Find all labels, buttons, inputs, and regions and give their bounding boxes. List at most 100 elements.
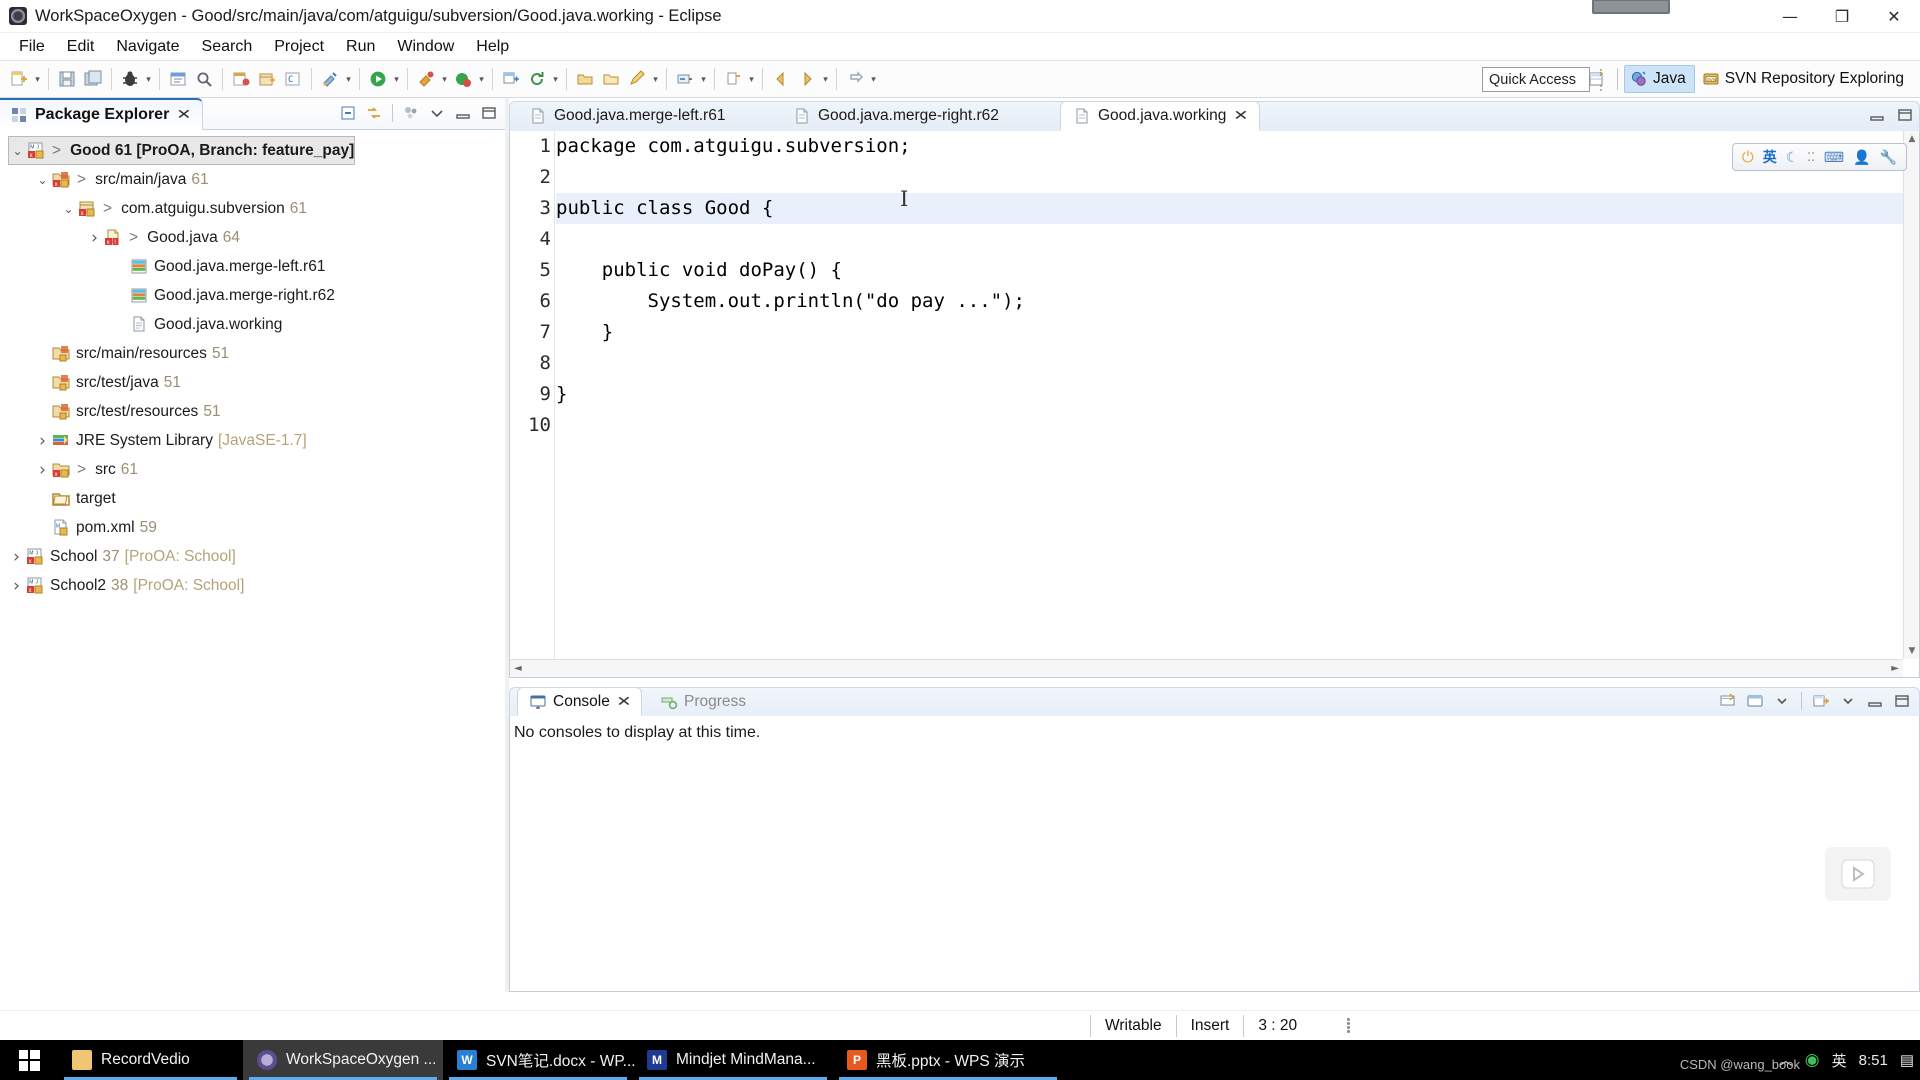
- display-console-dropdown-icon[interactable]: [1770, 689, 1794, 713]
- perspective-java[interactable]: Java: [1624, 65, 1695, 93]
- taskbar-item-recordvedio[interactable]: RecordVedio: [58, 1040, 243, 1080]
- maximize-icon[interactable]: [1890, 689, 1914, 713]
- menu-run[interactable]: Run: [335, 36, 386, 58]
- external-tools-icon[interactable]: [317, 66, 343, 92]
- tab-progress[interactable]: Progress: [649, 687, 757, 716]
- scroll-right-icon[interactable]: ►: [1891, 663, 1899, 674]
- editor-tab-merge-left[interactable]: Good.java.merge-left.r61: [517, 101, 737, 131]
- moon-icon[interactable]: ☾: [1786, 149, 1799, 166]
- view-menu-icon[interactable]: [399, 101, 423, 125]
- tree-item[interactable]: › x > src 61: [0, 455, 505, 484]
- new-wizard-dropdown-icon[interactable]: ▾: [32, 66, 43, 92]
- tab-console[interactable]: Console ✕: [517, 687, 642, 716]
- new-package-icon[interactable]: [254, 66, 280, 92]
- debug-icon[interactable]: [117, 66, 143, 92]
- quick-access-input[interactable]: Quick Access: [1482, 67, 1590, 92]
- save-all-icon[interactable]: [80, 66, 106, 92]
- security-icon[interactable]: ◉: [1805, 1050, 1820, 1070]
- perspective-svn-repository-exploring[interactable]: SVN SVN Repository Exploring: [1697, 65, 1912, 93]
- open-folder-alt-icon[interactable]: [598, 66, 624, 92]
- new-wizard-icon[interactable]: [6, 66, 32, 92]
- close-icon[interactable]: ✕: [177, 107, 192, 123]
- tray-ime-label[interactable]: 英: [1832, 1050, 1847, 1071]
- tree-item[interactable]: Good.java.merge-left.r61: [0, 252, 505, 281]
- view-menu-chevron-down-icon[interactable]: [425, 101, 449, 125]
- scroll-left-icon[interactable]: ◄: [514, 663, 522, 674]
- tree-item[interactable]: ⌄ x > src/main/java 61: [0, 165, 505, 194]
- code-editor[interactable]: 1 2 3 4 5 6 7 8 9 10 package com.atguigu.subversi…: [509, 131, 1920, 678]
- taskbar-item-svn-docx[interactable]: W SVN笔记.docx - WP...: [443, 1040, 636, 1080]
- refresh-icon[interactable]: [524, 66, 550, 92]
- close-icon[interactable]: ✕: [616, 694, 631, 710]
- edit-dropdown-icon[interactable]: ▾: [650, 66, 661, 92]
- forward-dropdown-icon[interactable]: ▾: [820, 66, 831, 92]
- run-icon[interactable]: [365, 66, 391, 92]
- forward-nav-dropdown-icon[interactable]: ▾: [868, 66, 879, 92]
- save-icon[interactable]: [54, 66, 80, 92]
- start-button[interactable]: [0, 1040, 58, 1080]
- power-icon[interactable]: ⏻: [1742, 149, 1754, 166]
- tree-item[interactable]: › JRE System Library [JavaSE-1.7]: [0, 426, 505, 455]
- tree-item[interactable]: › x! > Good.java 64: [0, 223, 505, 252]
- new-class-icon[interactable]: C: [280, 66, 306, 92]
- new-console-view-icon[interactable]: [1809, 689, 1833, 713]
- new-java-project-icon[interactable]: [228, 66, 254, 92]
- close-button[interactable]: ✕: [1868, 0, 1920, 33]
- chevron-right-icon[interactable]: ›: [86, 228, 103, 248]
- tree-item[interactable]: › M Jx School2 38 [ProOA: School]: [0, 571, 505, 600]
- tab-package-explorer[interactable]: Package Explorer ✕: [0, 98, 204, 130]
- editor-tab-merge-right[interactable]: Good.java.merge-right.r62: [781, 101, 1011, 131]
- run-dropdown-icon[interactable]: ▾: [391, 66, 402, 92]
- new-window-icon[interactable]: [498, 66, 524, 92]
- search-icon[interactable]: [191, 66, 217, 92]
- previous-edit-dropdown-icon[interactable]: ▾: [746, 66, 757, 92]
- open-type-icon[interactable]: [165, 66, 191, 92]
- tree-item[interactable]: Good.java.merge-right.r62: [0, 281, 505, 310]
- collapse-all-icon[interactable]: [336, 101, 360, 125]
- keyboard-icon[interactable]: ⌨: [1824, 149, 1844, 166]
- tree-item[interactable]: src/test/resources 51: [0, 397, 505, 426]
- notification-icon[interactable]: ▤: [1900, 1051, 1914, 1069]
- menu-help[interactable]: Help: [465, 36, 520, 58]
- tree-item[interactable]: ⌄ x > com.atguigu.subversion 61: [0, 194, 505, 223]
- previous-edit-icon[interactable]: [720, 66, 746, 92]
- status-more-icon[interactable]: [1347, 1017, 1351, 1034]
- display-selected-console-icon[interactable]: [1743, 689, 1767, 713]
- editor-tab-working[interactable]: Good.java.working ✕: [1060, 101, 1261, 131]
- chevron-down-icon[interactable]: ⌄: [34, 173, 51, 187]
- new-console-dropdown-icon[interactable]: [1836, 689, 1860, 713]
- tree-item[interactable]: src/main/resources 51: [0, 339, 505, 368]
- scroll-down-icon[interactable]: ▼: [1904, 643, 1920, 659]
- debug-dropdown-icon[interactable]: ▾: [143, 66, 154, 92]
- user-icon[interactable]: 👤: [1853, 149, 1870, 166]
- close-icon[interactable]: ✕: [1234, 108, 1249, 124]
- menu-edit[interactable]: Edit: [56, 36, 106, 58]
- chevron-right-icon[interactable]: ›: [34, 460, 51, 480]
- open-perspective-icon[interactable]: [1583, 65, 1611, 93]
- wrench-icon[interactable]: 🔧: [1880, 149, 1897, 166]
- minimize-icon[interactable]: [451, 101, 475, 125]
- ime-mode-label[interactable]: 英: [1763, 147, 1777, 167]
- taskbar-item-mindjet[interactable]: M Mindjet MindMana...: [633, 1040, 833, 1080]
- tree-item[interactable]: src/test/java 51: [0, 368, 505, 397]
- run-as-dropdown-icon[interactable]: ▾: [476, 66, 487, 92]
- tree-item[interactable]: Mpom.xml 59: [0, 513, 505, 542]
- editor-vertical-scrollbar[interactable]: ▲ ▼: [1903, 131, 1919, 659]
- minimize-button[interactable]: —: [1764, 0, 1816, 33]
- next-annotation-icon[interactable]: [672, 66, 698, 92]
- chevron-down-icon[interactable]: ⌄: [60, 202, 77, 216]
- maximize-icon[interactable]: [477, 101, 501, 125]
- run-last-tool-icon[interactable]: [413, 66, 439, 92]
- tree-item[interactable]: Good.java.working: [0, 310, 505, 339]
- tree-item[interactable]: ⌄ M Jx > Good 61 [ProOA, Branch: feature_pay…: [8, 136, 356, 165]
- taskbar-item-workspaceoxygen[interactable]: WorkSpaceOxygen ...: [243, 1040, 443, 1080]
- menu-navigate[interactable]: Navigate: [105, 36, 190, 58]
- tree-item[interactable]: target: [0, 484, 505, 513]
- ime-floating-toolbar[interactable]: ⏻ 英 ☾ ⁚⁚ ⌨ 👤 🔧: [1731, 143, 1907, 171]
- refresh-dropdown-icon[interactable]: ▾: [550, 66, 561, 92]
- taskbar-item-heiban-pptx[interactable]: P 黑板.pptx - WPS 演示: [833, 1040, 1063, 1080]
- menu-window[interactable]: Window: [386, 36, 465, 58]
- menu-file[interactable]: File: [8, 36, 56, 58]
- chevron-right-icon[interactable]: ›: [34, 431, 51, 451]
- edit-icon[interactable]: [624, 66, 650, 92]
